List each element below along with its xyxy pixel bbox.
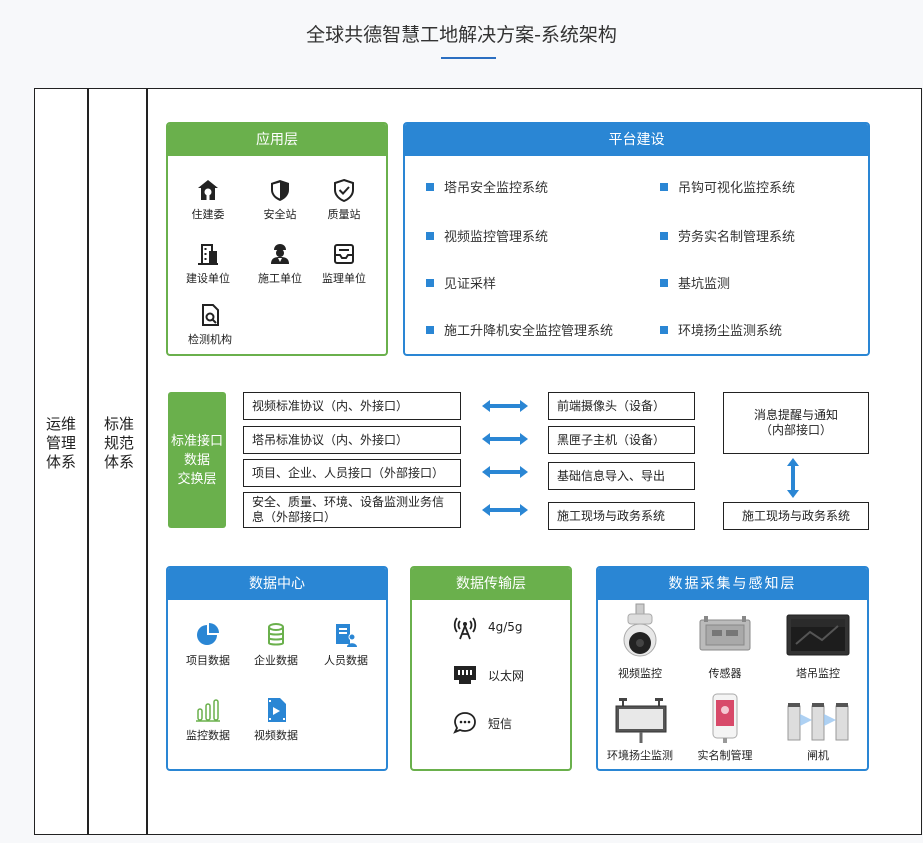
platform-item: 施工升降机安全监控管理系统	[426, 320, 613, 339]
dust-station-icon	[615, 698, 667, 743]
monitor-screen-icon	[786, 614, 850, 656]
worker-icon	[271, 244, 289, 264]
device-label: 塔吊监控	[796, 667, 840, 680]
page-title: 全球共德智慧工地解决方案-系统架构	[306, 24, 617, 46]
app-item-owner: 建设单位	[180, 242, 236, 286]
inspect-doc-icon	[202, 304, 219, 326]
dc-item-monitor: 监控数据	[180, 697, 236, 743]
app-item-label: 检测机构	[188, 333, 232, 346]
dc-item-label: 项目数据	[186, 654, 230, 667]
dc-item-label: 人员数据	[324, 654, 368, 667]
video-file-icon	[268, 698, 286, 722]
app-item-housing: 住建委	[180, 178, 236, 222]
app-item-label: 质量站	[327, 208, 361, 221]
protocol-video: 视频标准协议（内、外接口）	[243, 392, 461, 420]
app-item-safety: 安全站	[252, 178, 308, 222]
double-arrow-icon	[482, 400, 528, 412]
app-item-label: 监理单位	[322, 272, 366, 285]
shield-icon	[271, 180, 289, 201]
check-shield-icon	[334, 178, 354, 202]
platform-title: 平台建设	[405, 124, 868, 156]
antenna-icon	[453, 617, 477, 640]
divider-ops	[87, 88, 89, 835]
chat-icon	[453, 712, 476, 734]
platform-item: 环境扬尘监测系统	[660, 320, 782, 339]
double-arrow-icon	[482, 466, 528, 478]
target-import-export: 基础信息导入、导出	[548, 462, 695, 490]
app-layer-title: 应用层	[168, 124, 386, 156]
transport-item-sms: 短信	[452, 710, 512, 736]
dc-item-label: 企业数据	[254, 654, 298, 667]
double-arrow-icon	[482, 504, 528, 516]
transport-label: 4g/5g	[488, 620, 523, 634]
bidirectional-arrows	[482, 400, 528, 516]
platform-item: 劳务实名制管理系统	[660, 226, 795, 245]
app-item-supervisor: 监理单位	[316, 242, 372, 286]
dc-item-personnel: 人员数据	[318, 622, 374, 668]
inbox-icon	[334, 244, 354, 264]
app-item-label: 安全站	[263, 208, 297, 221]
app-item-label: 住建委	[191, 208, 225, 221]
std-system-label: 标准规范体系	[103, 415, 134, 471]
title-underline	[441, 57, 496, 59]
device-label: 视频监控	[618, 667, 662, 680]
device-label: 环境扬尘监测	[607, 749, 673, 762]
app-item-contractor: 施工单位	[252, 242, 308, 286]
ops-system-label: 运维管理体系	[45, 415, 76, 471]
transport-item-4g: 4g/5g	[452, 614, 523, 640]
bars-icon	[196, 699, 220, 722]
exchange-layer-label: 标准接口 数据 交换层	[168, 392, 226, 528]
protocol-crane: 塔吊标准协议（内、外接口）	[243, 426, 461, 454]
app-item-testing: 检测机构	[180, 303, 240, 347]
platform-item: 基坑监测	[660, 273, 730, 292]
turnstile-icon	[787, 703, 849, 741]
dc-item-video: 视频数据	[248, 697, 304, 743]
platform-item: 见证采样	[426, 273, 496, 292]
platform-item: 视频监控管理系统	[426, 226, 548, 245]
device-label: 闸机	[807, 749, 829, 762]
platform-item: 塔吊安全监控系统	[426, 177, 548, 196]
dome-camera-icon	[623, 603, 657, 657]
double-arrow-icon	[482, 433, 528, 445]
sensing-title: 数据采集与感知层	[598, 568, 867, 600]
notify-box: 消息提醒与通知 （内部接口）	[723, 392, 869, 454]
transport-label: 以太网	[488, 668, 525, 683]
transport-item-ethernet: 以太网	[452, 662, 524, 688]
divider-std	[146, 88, 148, 835]
face-terminal-icon	[712, 693, 738, 743]
dc-item-label: 视频数据	[254, 729, 298, 742]
target-blackbox: 黑匣子主机（设备）	[548, 426, 695, 454]
protocol-project: 项目、企业、人员接口（外部接口）	[243, 459, 461, 487]
gov-box: 施工现场与政务系统	[723, 502, 869, 530]
building-icon	[198, 244, 218, 265]
pie-icon	[197, 623, 219, 645]
double-arrow-icon	[787, 458, 799, 498]
dc-item-project: 项目数据	[180, 622, 236, 668]
protocol-monitoring: 安全、质量、环境、设备监测业务信息（外部接口）	[243, 492, 461, 528]
dc-item-label: 监控数据	[186, 729, 230, 742]
app-item-label: 建设单位	[186, 272, 230, 285]
database-icon	[268, 623, 284, 646]
vertical-double-arrow	[787, 458, 799, 498]
data-center-title: 数据中心	[168, 568, 386, 600]
transport-title: 数据传输层	[412, 568, 570, 600]
app-item-label: 施工单位	[258, 272, 302, 285]
platform-item: 吊钩可视化监控系统	[660, 177, 795, 196]
house-shield-icon	[198, 180, 218, 200]
person-card-icon	[336, 624, 357, 647]
app-item-quality: 质量站	[316, 178, 372, 222]
transport-label: 短信	[488, 716, 513, 731]
ethernet-icon	[454, 666, 476, 684]
dc-item-enterprise: 企业数据	[248, 622, 304, 668]
target-gov: 施工现场与政务系统	[548, 502, 695, 530]
device-label: 传感器	[708, 667, 742, 680]
target-camera: 前端摄像头（设备）	[548, 392, 695, 420]
device-label: 实名制管理	[697, 749, 753, 762]
sensor-box-icon	[699, 616, 751, 651]
